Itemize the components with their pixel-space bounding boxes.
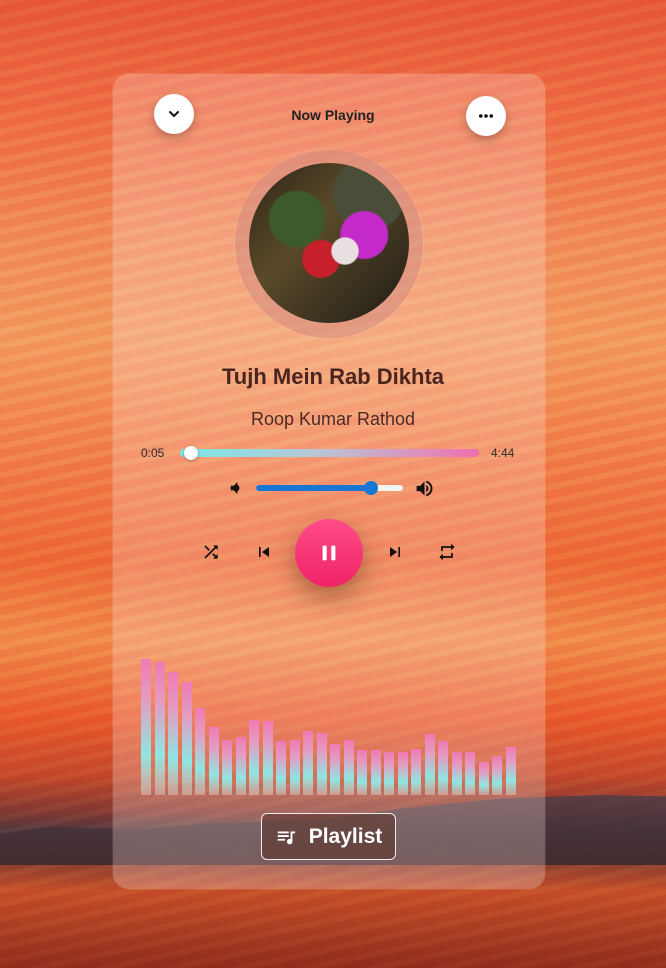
visualizer-bar xyxy=(222,739,232,795)
visualizer-bar xyxy=(451,751,462,795)
visualizer-bar xyxy=(208,726,219,795)
visualizer-bar xyxy=(397,751,408,795)
skip-next-icon xyxy=(390,547,400,557)
visualizer-bar xyxy=(411,748,421,795)
visualizer-bar xyxy=(276,741,286,795)
visualizer-bar xyxy=(505,747,516,795)
total-time: 4:44 xyxy=(491,446,515,460)
pause-icon xyxy=(322,545,336,561)
visualizer-bar xyxy=(465,751,475,795)
playlist-button[interactable]: Playlist xyxy=(261,813,396,860)
playlist-label: Playlist xyxy=(308,824,383,848)
visualizer-bar xyxy=(168,671,178,795)
visualizer-bar xyxy=(181,681,192,795)
visualizer-bar xyxy=(289,739,300,795)
shuffle-button[interactable] xyxy=(200,541,222,563)
more-horizontal-icon xyxy=(478,114,494,118)
visualizer-bar xyxy=(438,741,448,795)
visualizer-bar xyxy=(424,734,435,795)
visualizer-bar xyxy=(478,761,489,795)
visualizer-bar xyxy=(303,731,313,795)
repeat-icon xyxy=(439,543,455,561)
volume-up-button[interactable] xyxy=(413,477,435,499)
volume-thumb[interactable] xyxy=(363,481,378,495)
visualizer-bar xyxy=(141,658,151,795)
visualizer-bar xyxy=(195,708,205,795)
visualizer-bar xyxy=(357,750,367,795)
volume-level xyxy=(256,485,371,491)
visualizer-bar xyxy=(370,750,381,795)
visualizer-bar xyxy=(384,751,394,795)
visualizer-bar xyxy=(249,719,259,795)
visualizer-bar xyxy=(343,739,354,795)
skip-previous-icon xyxy=(259,547,269,557)
visualizer-bar xyxy=(235,737,246,795)
pause-button[interactable] xyxy=(295,519,363,587)
visualizer-bar xyxy=(154,661,165,795)
volume-low-icon xyxy=(230,482,240,494)
song-title: Tujh Mein Rab Dikhta xyxy=(221,364,445,389)
previous-button[interactable] xyxy=(253,541,275,563)
page-title: Now Playing xyxy=(291,107,375,123)
volume-high-icon xyxy=(416,480,432,496)
shuffle-icon xyxy=(204,545,218,559)
next-button[interactable] xyxy=(384,541,406,563)
more-options-button[interactable] xyxy=(466,96,506,136)
album-art xyxy=(249,163,409,323)
visualizer-bar xyxy=(316,732,327,795)
visualizer-bar xyxy=(330,744,340,795)
queue-music-icon xyxy=(277,831,295,844)
current-time: 0:05 xyxy=(141,446,165,460)
progress-slider[interactable] xyxy=(180,449,479,457)
audio-visualizer xyxy=(141,650,519,795)
repeat-button[interactable] xyxy=(436,541,458,563)
visualizer-bar xyxy=(262,721,273,795)
volume-down-button[interactable] xyxy=(226,478,246,498)
visualizer-bar xyxy=(492,755,502,795)
artist-name: Roop Kumar Rathod xyxy=(250,409,416,429)
